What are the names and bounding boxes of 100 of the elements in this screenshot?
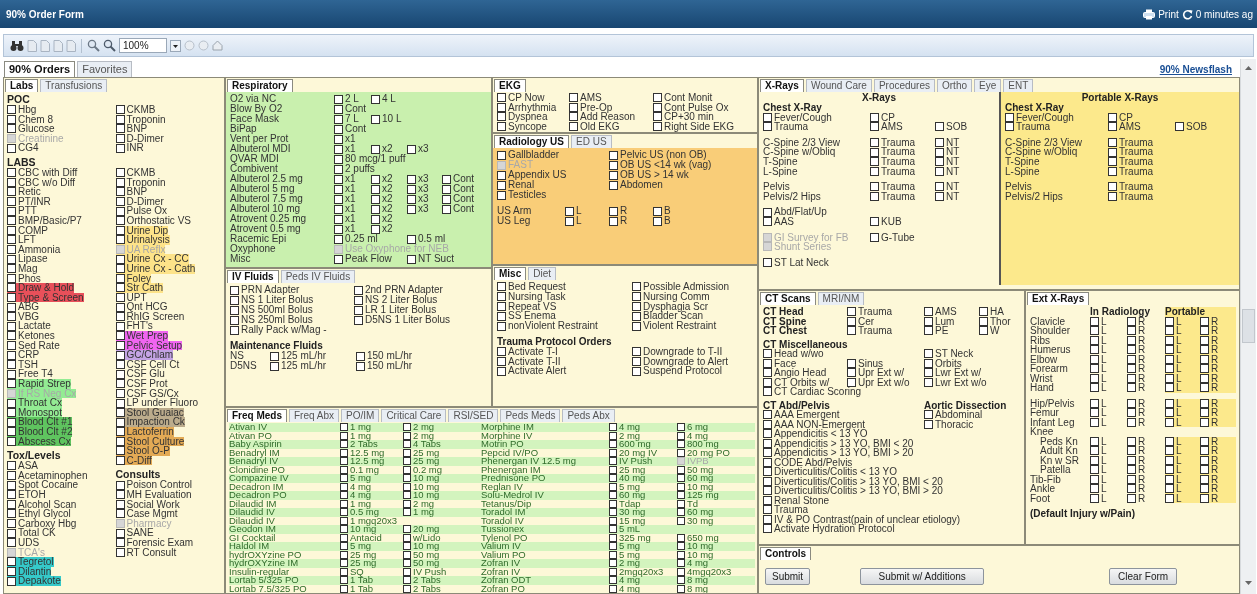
checkbox[interactable]: CODE Abd/Pelvis	[763, 457, 853, 467]
checkbox[interactable]: TSH	[7, 359, 38, 370]
checkbox[interactable]: R	[1200, 465, 1219, 475]
checkbox[interactable]: Depakote	[7, 576, 61, 586]
checkbox[interactable]: x1	[334, 174, 356, 184]
form-button[interactable]: Submit	[765, 568, 811, 585]
checkbox[interactable]: Trauma	[1108, 191, 1154, 202]
checkbox[interactable]: w/Lido	[403, 533, 441, 542]
checkbox[interactable]: CP Now	[497, 93, 545, 103]
checkbox[interactable]: R	[1127, 417, 1146, 427]
checkbox[interactable]: Cont Pulse Ox	[653, 102, 729, 113]
checkbox[interactable]: 25 mg	[340, 550, 377, 559]
checkbox[interactable]: Wet Prep	[115, 331, 168, 341]
checkbox[interactable]: 50 mg	[403, 559, 440, 568]
checkbox[interactable]: Gallbladder	[497, 150, 560, 160]
checkbox[interactable]: 2 Tabs	[340, 440, 378, 449]
checkbox[interactable]: BMP/Basic/P7	[7, 215, 82, 226]
tab[interactable]: Freq Abx	[289, 409, 340, 422]
checkbox[interactable]: Abscess Cx	[7, 436, 71, 447]
checkbox[interactable]: Lum	[924, 316, 955, 326]
checkbox[interactable]: 0.1 mg	[340, 465, 380, 474]
checkbox[interactable]: Urine Cx - CC	[115, 254, 189, 264]
checkbox[interactable]: Spot Cocaine	[7, 480, 79, 490]
checkbox[interactable]: Downgrade to Alert	[632, 356, 729, 367]
checkbox[interactable]: 10 mg	[340, 525, 377, 534]
checkbox[interactable]: NT	[935, 166, 960, 177]
checkbox[interactable]: Pelvic US (non OB)	[609, 150, 707, 160]
checkbox[interactable]: 80 mcg/1 puff	[334, 154, 406, 164]
scrollbar[interactable]	[1240, 59, 1256, 594]
checkbox[interactable]: x3	[407, 184, 429, 194]
checkbox[interactable]: CSF Prot	[115, 379, 168, 389]
checkbox[interactable]: D-Dimer	[115, 133, 164, 144]
checkbox[interactable]: CBC w/o Diff	[7, 177, 76, 188]
checkbox[interactable]: R	[1200, 335, 1219, 345]
checkbox[interactable]: Testicles	[497, 190, 547, 200]
checkbox[interactable]: Glucose	[7, 124, 55, 134]
tab[interactable]: X-Rays	[760, 79, 804, 92]
checkbox[interactable]: 1 mg	[340, 499, 372, 508]
checkbox[interactable]: 4 mg	[609, 423, 641, 432]
checkbox[interactable]: 5 mg	[340, 474, 372, 483]
checkbox[interactable]: R	[1127, 493, 1146, 503]
checkbox[interactable]: x2	[371, 184, 393, 194]
checkbox[interactable]: HA	[979, 307, 1004, 317]
checkbox[interactable]: x3	[407, 174, 429, 184]
checkbox[interactable]: CRP	[7, 350, 40, 360]
form-button[interactable]: Submit w/ Additions	[860, 568, 985, 585]
checkbox[interactable]: Bed Request	[497, 282, 566, 292]
checkbox[interactable]: Impaction Ck	[115, 417, 185, 427]
checkbox[interactable]: 25 mg	[403, 457, 440, 466]
checkbox[interactable]: BNP	[115, 124, 148, 134]
checkbox[interactable]: CT Orbits w/	[763, 377, 830, 387]
checkbox[interactable]: Sed Rate	[7, 340, 60, 351]
checkbox[interactable]: Troponin	[115, 114, 166, 125]
checkbox[interactable]: Add Reason	[569, 112, 636, 122]
checkbox[interactable]: AAA Emergent	[763, 410, 840, 420]
checkbox[interactable]: Activate Alert	[497, 366, 567, 377]
checkbox[interactable]: 2 puffs	[334, 164, 375, 174]
checkbox[interactable]: Cont Monit	[653, 93, 713, 103]
checkbox[interactable]: INR	[115, 143, 144, 153]
checkbox[interactable]: x1	[334, 184, 356, 194]
checkbox[interactable]: LFT	[7, 235, 36, 245]
checkbox[interactable]: Cer	[847, 316, 875, 326]
checkbox[interactable]: Lactate	[7, 321, 51, 332]
checkbox[interactable]: Syncope	[497, 121, 547, 132]
checkbox[interactable]: 4 mg	[609, 584, 641, 593]
checkbox[interactable]: AAA NON-Emergent	[763, 419, 866, 429]
checkbox[interactable]: CSF Cell Ct	[115, 359, 180, 370]
checkbox[interactable]: Diverticulitis/Colitis < 13 YO	[763, 467, 897, 477]
checkbox[interactable]: Cont	[442, 204, 475, 214]
checkbox[interactable]: Urine Dip	[115, 225, 169, 236]
checkbox[interactable]: AMS	[569, 93, 602, 103]
checkbox[interactable]: Repeat VS	[497, 301, 557, 312]
checkbox[interactable]: 4 mg	[609, 576, 641, 585]
checkbox[interactable]: LR 1 Liter Bolus	[354, 305, 437, 315]
checkbox[interactable]: R	[609, 216, 628, 226]
checkbox[interactable]: NT	[935, 156, 960, 167]
checkbox[interactable]: 12.5 mg	[340, 448, 385, 457]
checkbox[interactable]: Pelvic Setup	[115, 340, 183, 351]
checkbox[interactable]: Possible Admission	[632, 282, 730, 292]
checkbox[interactable]: Ethyl Glycol	[7, 509, 71, 519]
checkbox[interactable]: 600 mg	[609, 440, 651, 449]
checkbox[interactable]: Arrhythmia	[497, 102, 557, 113]
checkbox[interactable]: C-Diff	[115, 455, 152, 466]
checkbox[interactable]: 25 mg	[403, 448, 440, 457]
checkbox[interactable]: ST Lat Neck	[763, 257, 829, 268]
checkbox[interactable]: IV Push	[403, 567, 447, 576]
checkbox[interactable]: R	[1127, 364, 1146, 374]
checkbox[interactable]: MH Evaluation	[115, 489, 192, 500]
checkbox[interactable]: NS 250ml Bolus	[230, 315, 313, 325]
checkbox[interactable]: 15 mg	[609, 516, 646, 525]
checkbox[interactable]: R	[1200, 383, 1219, 393]
checkbox[interactable]: Cont	[442, 184, 475, 194]
checkbox[interactable]: x3	[407, 144, 429, 154]
tab[interactable]: Respiratory	[227, 79, 293, 92]
checkbox[interactable]: CBC with Diff	[7, 167, 78, 178]
checkbox[interactable]: AAS	[763, 216, 794, 227]
checkbox[interactable]: 800 mg	[677, 440, 719, 449]
checkbox[interactable]: W	[979, 326, 1000, 336]
checkbox[interactable]: CT Cardiac Scoring	[763, 387, 862, 397]
checkbox[interactable]: Antacid	[340, 533, 382, 542]
